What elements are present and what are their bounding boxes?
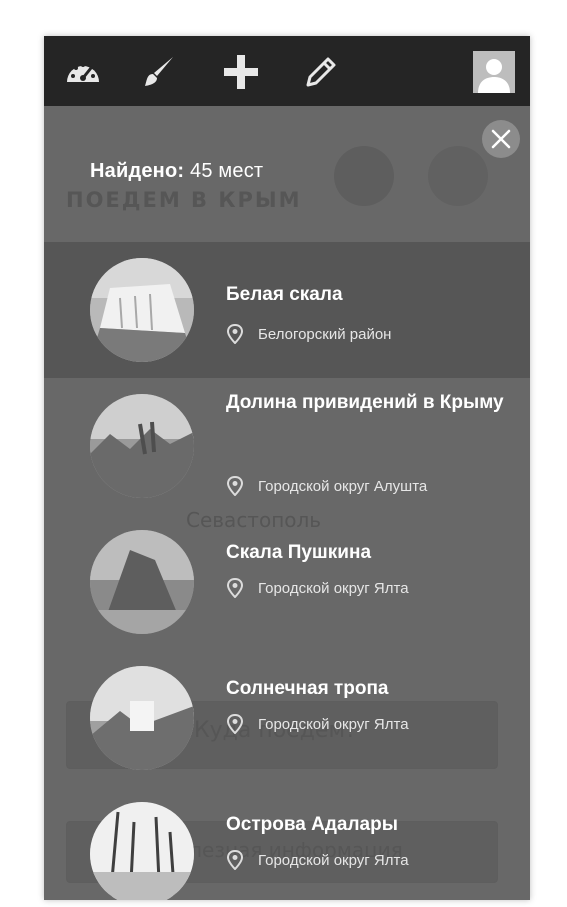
places-list: Белая скала Белогорский район Долина при…	[44, 242, 530, 900]
place-title: Острова Адалары	[226, 814, 398, 835]
place-photo	[90, 530, 194, 634]
user-avatar-icon[interactable]	[473, 51, 515, 93]
close-icon	[491, 129, 511, 149]
brush-icon[interactable]	[140, 53, 178, 91]
place-title: Белая скала	[226, 284, 343, 305]
place-location-label: Городской округ Ялта	[258, 851, 409, 869]
location-pin-icon	[226, 850, 244, 870]
pencil-icon[interactable]	[302, 53, 340, 91]
results-count-value: 45 мест	[190, 160, 264, 182]
place-location-label: Городской округ Алушта	[258, 477, 428, 495]
list-item[interactable]: Скала Пушкина Городской округ Ялта	[44, 514, 530, 650]
location-pin-icon	[226, 324, 244, 344]
list-item[interactable]: Острова Адалары Городской округ Ялта	[44, 786, 530, 900]
place-photo	[90, 394, 194, 498]
place-location: Городской округ Алушта	[226, 476, 427, 496]
place-location: Белогорский район	[226, 324, 391, 344]
location-pin-icon	[226, 714, 244, 734]
list-item[interactable]: Долина привидений в Крыму Городской окру…	[44, 378, 530, 514]
place-photo	[90, 666, 194, 770]
place-location: Городской округ Ялта	[226, 714, 409, 734]
place-title: Долина привидений в Крыму	[226, 392, 504, 413]
location-pin-icon	[226, 476, 244, 496]
place-location-label: Белогорский район	[258, 325, 392, 343]
place-photo	[90, 258, 194, 362]
app-screen: ПОЕДЕМ В КРЫМ Севастополь Куда поедем? П…	[44, 36, 530, 900]
place-title: Скала Пушкина	[226, 542, 372, 563]
location-pin-icon	[226, 578, 244, 598]
dashboard-icon[interactable]	[64, 53, 102, 91]
place-photo	[90, 802, 194, 900]
list-item[interactable]: Белая скала Белогорский район	[44, 242, 530, 378]
close-button[interactable]	[482, 120, 520, 158]
plus-icon[interactable]	[222, 53, 260, 91]
place-location: Городской округ Ялта	[226, 850, 409, 870]
list-item[interactable]: Солнечная тропа Городской округ Ялта	[44, 650, 530, 786]
top-toolbar	[44, 36, 530, 106]
place-location-label: Городской округ Ялта	[258, 579, 409, 597]
results-count-label: Найдено:	[90, 160, 185, 182]
place-location-label: Городской округ Ялта	[258, 715, 409, 733]
place-location: Городской округ Ялта	[226, 578, 409, 598]
place-title: Солнечная тропа	[226, 678, 389, 699]
results-count: Найдено: 45 мест	[90, 160, 263, 183]
